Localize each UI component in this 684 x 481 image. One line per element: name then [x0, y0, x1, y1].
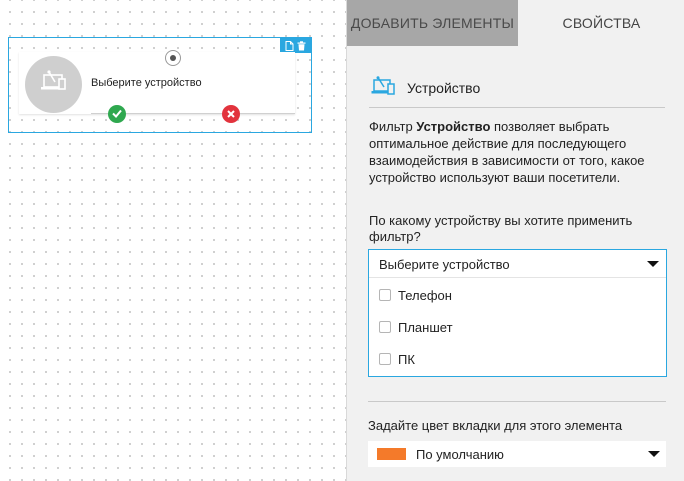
- color-swatch: [377, 448, 406, 460]
- tab-color-value: По умолчанию: [416, 447, 504, 462]
- checkbox[interactable]: [379, 353, 391, 365]
- tab-properties[interactable]: СВОЙСТВА: [518, 0, 684, 46]
- properties-panel: ДОБАВИТЬ ЭЛЕМЕНТЫ СВОЙСТВА Устройство Фи…: [346, 0, 684, 481]
- node-output-no[interactable]: [222, 105, 240, 123]
- device-option-phone[interactable]: Телефон: [379, 287, 452, 303]
- tab-color-select[interactable]: По умолчанию: [368, 441, 666, 467]
- node-output-yes[interactable]: [108, 105, 126, 123]
- check-icon: [112, 105, 122, 123]
- device-dropdown: Выберите устройство Телефон Планшет ПК: [368, 249, 667, 377]
- tab-color-label: Задайте цвет вкладки для этого элемента: [368, 418, 623, 433]
- device-select[interactable]: Выберите устройство: [369, 250, 666, 278]
- close-icon: [227, 105, 235, 123]
- filter-name-bold: Устройство: [416, 119, 491, 134]
- checkbox[interactable]: [379, 289, 391, 301]
- section-header: Устройство: [369, 74, 665, 108]
- chevron-down-icon: [647, 261, 659, 267]
- chevron-down-icon: [648, 451, 660, 457]
- device-select-value: Выберите устройство: [379, 257, 510, 272]
- filter-description: Фильтр Устройство позволяет выбрать опти…: [369, 119, 645, 185]
- node-toolbar: [280, 38, 311, 53]
- node-input-port[interactable]: [165, 50, 181, 66]
- device-option-tablet[interactable]: Планшет: [379, 319, 453, 335]
- panel-tabs: ДОБАВИТЬ ЭЛЕМЕНТЫ СВОЙСТВА: [347, 0, 684, 46]
- device-icon: [371, 76, 397, 103]
- node-label: Выберите устройство: [91, 77, 202, 89]
- workflow-canvas[interactable]: Выберите устройство: [0, 0, 346, 481]
- node-avatar: [25, 56, 82, 113]
- section-title: Устройство: [407, 80, 481, 96]
- tab-add-elements[interactable]: ДОБАВИТЬ ЭЛЕМЕНТЫ: [347, 0, 518, 46]
- device-option-pc[interactable]: ПК: [379, 351, 415, 367]
- trash-icon[interactable]: [297, 40, 306, 51]
- device-icon: [40, 69, 68, 100]
- device-question: По какому устройству вы хотите применить…: [369, 213, 633, 244]
- section-divider: [368, 401, 666, 402]
- copy-icon[interactable]: [285, 40, 294, 51]
- checkbox[interactable]: [379, 321, 391, 333]
